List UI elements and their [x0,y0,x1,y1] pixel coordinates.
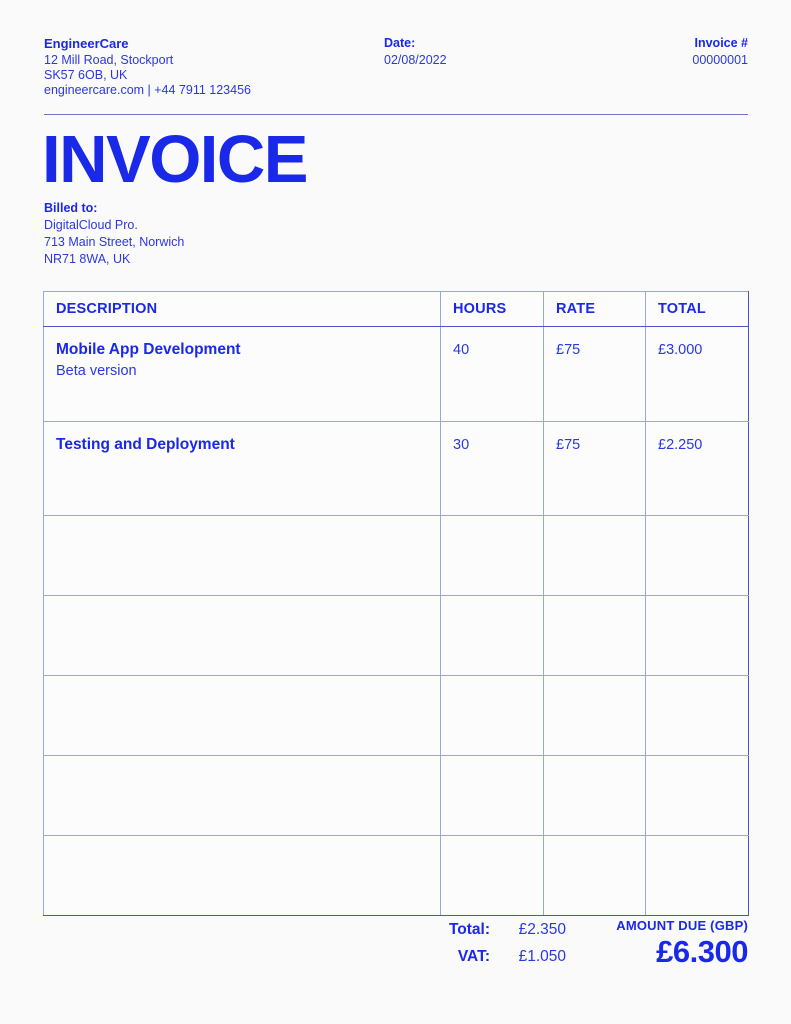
cell-rate [543,835,646,916]
cell-rate: £75 [543,326,646,422]
cell-hours [440,595,544,676]
cell-hours [440,835,544,916]
cell-rate: £75 [543,421,646,516]
cell-total [645,755,749,836]
line-item-hours: 40 [453,342,470,358]
cell-description [43,515,441,596]
table-row: Testing and Deployment 30 £75 £2.250 [43,421,749,516]
billed-to-address-line-1: 713 Main Street, Norwich [44,235,185,249]
invoice-number-block: Invoice # 00000001 [574,36,748,68]
cell-total: £2.250 [645,421,749,516]
cell-rate [543,595,646,676]
cell-description [43,835,441,916]
table-header-row: DESCRIPTION HOURS RATE TOTAL [43,291,749,327]
company-name: EngineerCare [44,36,129,51]
cell-description: Mobile App Development Beta version [43,326,441,422]
cell-description [43,595,441,676]
amount-due-value: £6.300 [656,934,748,969]
cell-total [645,675,749,756]
company-info-block: EngineerCare 12 Mill Road, Stockport SK5… [44,36,384,98]
table-row-empty [43,755,749,836]
total-value: £2.350 [518,921,566,938]
line-item-total: £2.250 [658,437,703,453]
cell-total: £3.000 [645,326,749,422]
page-title: INVOICE [42,122,309,197]
table-row-empty [43,595,749,676]
table-row: Mobile App Development Beta version 40 £… [43,326,749,422]
header-divider [44,114,748,115]
invoice-date-value: 02/08/2022 [384,53,447,67]
column-header-description: DESCRIPTION [43,291,441,327]
cell-description [43,675,441,756]
vat-label: VAT: [457,948,490,965]
line-item-rate: £75 [556,437,581,453]
cell-rate [543,755,646,836]
billed-to-block: Billed to: DigitalCloud Pro. 713 Main St… [44,200,184,268]
company-address-line-1: 12 Mill Road, Stockport [44,53,174,67]
invoice-number-value: 00000001 [692,53,748,67]
invoice-date-label: Date: [384,36,416,50]
billed-to-name: DigitalCloud Pro. [44,218,138,232]
cell-total [645,515,749,596]
vat-value: £1.050 [518,948,566,965]
column-header-rate: RATE [543,291,646,327]
cell-rate [543,515,646,596]
line-item-subtitle: Beta version [56,363,137,379]
line-items-body: Mobile App Development Beta version 40 £… [43,326,749,916]
cell-description [43,755,441,836]
cell-total [645,835,749,916]
column-header-hours: HOURS [440,291,544,327]
table-row-empty [43,835,749,916]
amount-due-label: AMOUNT DUE (GBP) [616,918,748,933]
line-item-hours: 30 [453,437,470,453]
totals-row-total: Total: £2.350 [400,916,566,943]
totals-row-vat: VAT: £1.050 [400,943,566,970]
line-item-total: £3.000 [658,342,703,358]
line-items-table: DESCRIPTION HOURS RATE TOTAL Mobile App … [43,291,749,916]
total-label: Total: [448,921,490,938]
table-row-empty [43,515,749,596]
cell-hours: 30 [440,421,544,516]
billed-to-address-line-2: NR71 8WA, UK [44,252,131,266]
billed-to-label: Billed to: [44,201,98,215]
cell-hours: 40 [440,326,544,422]
line-item-rate: £75 [556,342,581,358]
cell-total [645,595,749,676]
invoice-date-block: Date: 02/08/2022 [384,36,574,68]
company-address-line-2: SK57 6OB, UK [44,68,128,82]
totals-summary: Total: £2.350 VAT: £1.050 [400,916,566,970]
amount-due-block: AMOUNT DUE (GBP) £6.300 [616,917,748,970]
column-header-total: TOTAL [645,291,749,327]
line-item-title: Mobile App Development [56,341,241,358]
cell-hours [440,675,544,756]
invoice-number-label: Invoice # [694,36,749,50]
document-header: EngineerCare 12 Mill Road, Stockport SK5… [44,36,748,98]
invoice-page: EngineerCare 12 Mill Road, Stockport SK5… [0,0,791,1024]
cell-hours [440,755,544,836]
cell-description: Testing and Deployment [43,421,441,516]
cell-rate [543,675,646,756]
table-row-empty [43,675,749,756]
line-item-title: Testing and Deployment [56,436,235,453]
cell-hours [440,515,544,596]
company-contact: engineercare.com | +44 7911 123456 [44,83,251,97]
